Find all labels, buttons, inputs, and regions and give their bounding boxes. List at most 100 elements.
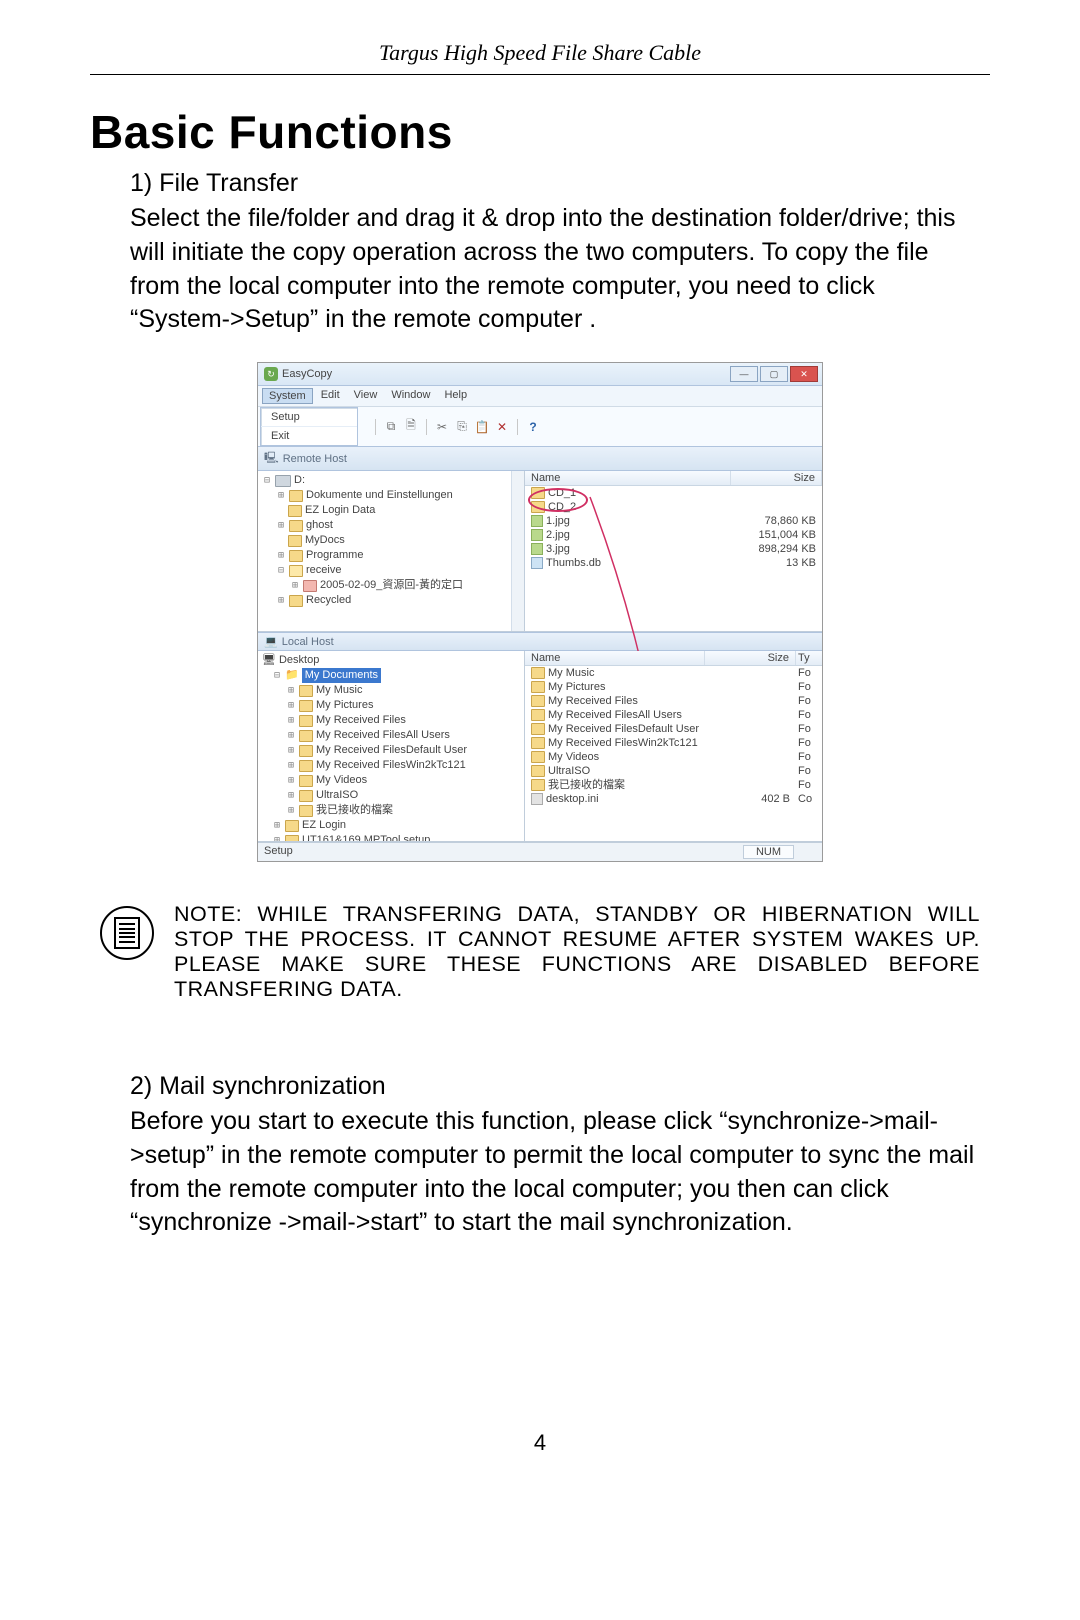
file-icon [531, 793, 543, 805]
folder-icon [289, 595, 303, 607]
section1-body: Select the file/folder and drag it & dro… [130, 202, 980, 337]
folder-icon [299, 805, 313, 817]
folder-icon [531, 501, 545, 513]
folder-icon [531, 667, 545, 679]
folder-icon [285, 820, 299, 832]
list-item: My VideosFo [525, 750, 822, 764]
local-host-icon: 💻 [264, 635, 278, 648]
menubar: System Edit View Window Help [258, 386, 822, 407]
list-item: My Received FilesWin2kTc121Fo [525, 736, 822, 750]
list-item: My MusicFo [525, 666, 822, 680]
status-text: Setup [264, 845, 293, 859]
column-type[interactable]: Ty [796, 651, 822, 665]
remote-file-list[interactable]: Name Size CD_1 CD_2 1.jpg78,860 KB 2.jpg… [525, 471, 822, 631]
folder-icon [289, 490, 303, 502]
selected-folder[interactable]: My Documents [302, 668, 381, 683]
separator-icon [375, 419, 376, 435]
folder-icon [531, 751, 545, 763]
section1-heading: 1) File Transfer [130, 169, 980, 198]
folder-icon [289, 565, 303, 577]
menu-item-exit[interactable]: Exit [261, 427, 357, 445]
folder-icon [299, 775, 313, 787]
local-host-header: 💻 Local Host [258, 632, 822, 651]
folder-icon [299, 760, 313, 772]
section2-body: Before you start to execute this functio… [130, 1105, 980, 1240]
system-dropdown: Setup Exit [260, 407, 358, 446]
list-item: UltraISOFo [525, 764, 822, 778]
desktop-icon: 🖥 [262, 653, 276, 668]
delete-icon[interactable]: ✕ [494, 419, 510, 435]
list-item: desktop.ini402 BCo [525, 792, 822, 806]
file-icon [531, 557, 543, 569]
folder-icon [299, 685, 313, 697]
list-item: My Received FilesAll UsersFo [525, 708, 822, 722]
column-size[interactable]: Size [731, 471, 822, 485]
separator-icon [426, 419, 427, 435]
note-icon [100, 902, 156, 960]
menu-item-setup[interactable]: Setup [261, 408, 357, 427]
easycopy-window: ↻ EasyCopy — ▢ ✕ System Edit View Window… [257, 362, 823, 862]
menu-edit[interactable]: Edit [315, 388, 346, 404]
copy-icon[interactable]: ⎘ [454, 419, 470, 435]
folder-icon [289, 520, 303, 532]
folder-icon [531, 723, 545, 735]
app-icon: ↻ [264, 367, 278, 381]
folder-icon [299, 790, 313, 802]
folder-icon [531, 709, 545, 721]
menu-view[interactable]: View [348, 388, 384, 404]
menu-system[interactable]: System [262, 388, 313, 404]
drive-icon [275, 475, 291, 487]
list-item: 我已接收的檔案Fo [525, 778, 822, 792]
minimize-button[interactable]: — [730, 366, 758, 382]
titlebar[interactable]: ↻ EasyCopy — ▢ ✕ [258, 363, 822, 386]
folder-icon [303, 580, 317, 592]
folder-icon [531, 681, 545, 693]
folder-icon [531, 779, 545, 791]
document-icon[interactable]: 🗎 [403, 419, 419, 435]
cut-icon[interactable]: ✂ [434, 419, 450, 435]
column-name[interactable]: Name [525, 651, 705, 665]
section2-heading: 2) Mail synchronization [130, 1072, 980, 1101]
toolbar: ⧉ 🗎 ✂ ⎘ 📋 ✕ ? [358, 407, 547, 446]
remote-host-header: 🖳 Remote Host [258, 446, 822, 471]
column-size[interactable]: Size [705, 651, 796, 665]
remote-tree[interactable]: ⊟D: ⊞Dokumente und Einstellungen EZ Logi… [258, 471, 525, 631]
local-file-list[interactable]: Name Size Ty My MusicFo My PicturesFo My… [525, 651, 822, 841]
page-title: Basic Functions [90, 105, 1010, 159]
folder-icon [299, 730, 313, 742]
maximize-button[interactable]: ▢ [760, 366, 788, 382]
image-icon [531, 543, 543, 555]
folder-icon [531, 487, 545, 499]
list-item: My Received FilesFo [525, 694, 822, 708]
menu-help[interactable]: Help [438, 388, 473, 404]
image-icon [531, 515, 543, 527]
separator-icon [517, 419, 518, 435]
menu-window[interactable]: Window [385, 388, 436, 404]
window-title: EasyCopy [282, 368, 332, 380]
folder-icon [531, 737, 545, 749]
folder-icon [299, 715, 313, 727]
image-icon [531, 529, 543, 541]
folder-icon [299, 700, 313, 712]
folder-icon [289, 550, 303, 562]
list-item: My Received FilesDefault UserFo [525, 722, 822, 736]
column-name[interactable]: Name [525, 471, 731, 485]
remote-host-icon: 🖳 [264, 449, 279, 468]
folder-icon [299, 745, 313, 757]
scrollbar[interactable] [511, 471, 524, 631]
folder-icon [531, 765, 545, 777]
running-header: Targus High Speed File Share Cable [90, 40, 990, 75]
close-button[interactable]: ✕ [790, 366, 818, 382]
folder-icon [285, 835, 299, 842]
new-window-icon[interactable]: ⧉ [383, 419, 399, 435]
numlock-indicator: NUM [743, 845, 794, 859]
folder-icon [288, 505, 302, 517]
paste-icon[interactable]: 📋 [474, 419, 490, 435]
mydocs-icon: 📁 [285, 668, 299, 683]
help-icon[interactable]: ? [525, 419, 541, 435]
folder-icon [531, 695, 545, 707]
list-item: My PicturesFo [525, 680, 822, 694]
folder-icon [288, 535, 302, 547]
local-tree[interactable]: 🖥Desktop ⊟📁My Documents ⊞My Music ⊞My Pi… [258, 651, 525, 841]
page-number: 4 [70, 1430, 1010, 1456]
